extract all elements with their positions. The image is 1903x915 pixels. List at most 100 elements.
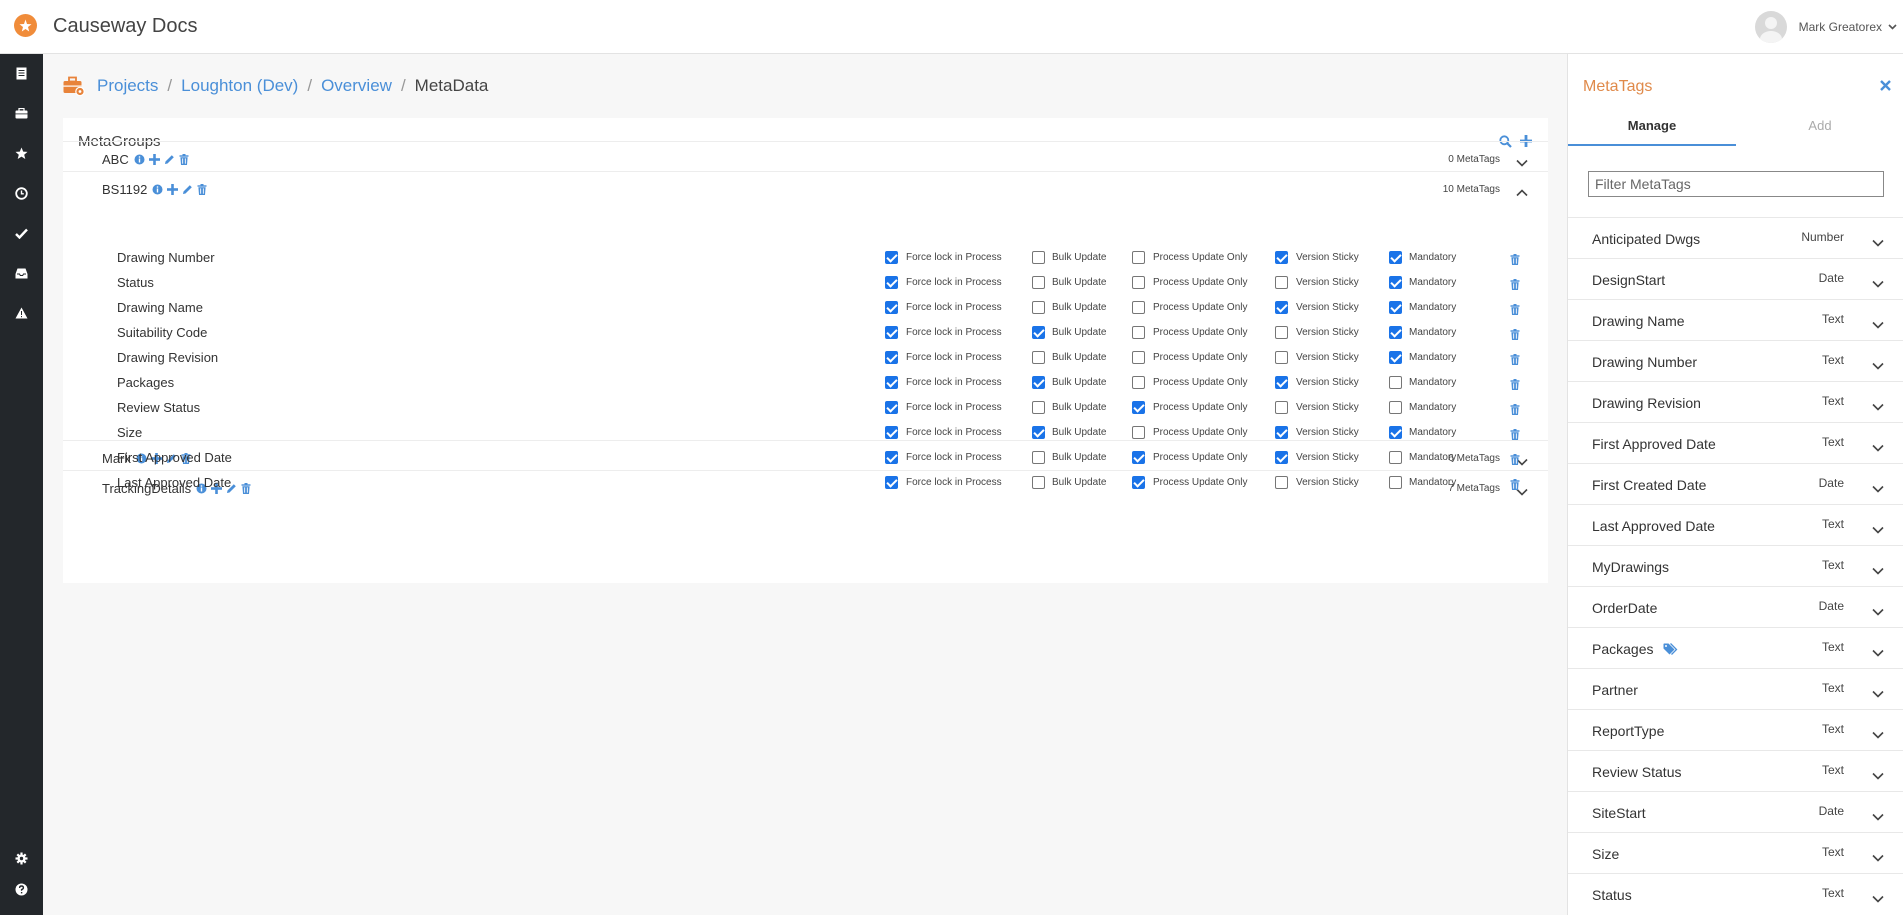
delete-metatag-icon[interactable] — [1510, 302, 1520, 320]
metatag-list-item[interactable]: Last Approved Date Text — [1568, 504, 1903, 545]
force-lock-checkbox[interactable] — [885, 401, 898, 414]
bulk-update-checkbox[interactable] — [1032, 451, 1045, 464]
force-lock-checkbox[interactable] — [885, 351, 898, 364]
chevron-down-icon[interactable] — [1872, 480, 1884, 498]
delete-metatag-icon[interactable] — [1510, 402, 1520, 420]
chevron-down-icon[interactable] — [1872, 767, 1884, 785]
version-sticky-checkbox[interactable] — [1275, 326, 1288, 339]
force-lock-checkbox[interactable] — [885, 451, 898, 464]
version-sticky-checkbox[interactable] — [1275, 376, 1288, 389]
force-lock-checkbox[interactable] — [885, 251, 898, 264]
bulk-update-checkbox[interactable] — [1032, 376, 1045, 389]
close-icon[interactable] — [1880, 78, 1891, 96]
version-sticky-checkbox[interactable] — [1275, 276, 1288, 289]
info-icon[interactable] — [134, 154, 145, 165]
delete-icon[interactable] — [179, 154, 189, 165]
chevron-down-icon[interactable] — [1872, 685, 1884, 703]
version-sticky-checkbox[interactable] — [1275, 301, 1288, 314]
process-update-only-checkbox[interactable] — [1132, 351, 1145, 364]
metatag-list-item[interactable]: Review Status Text — [1568, 750, 1903, 791]
add-tag-icon[interactable] — [148, 154, 160, 165]
process-update-only-checkbox[interactable] — [1132, 251, 1145, 264]
breadcrumb-overview[interactable]: Overview — [321, 76, 392, 96]
chevron-up-icon[interactable] — [1516, 184, 1528, 202]
star-icon[interactable] — [0, 137, 43, 169]
inbox-icon[interactable] — [0, 257, 43, 289]
user-menu[interactable]: Mark Greatorex — [1754, 10, 1903, 44]
process-update-only-checkbox[interactable] — [1132, 301, 1145, 314]
chevron-down-icon[interactable] — [1872, 808, 1884, 826]
mandatory-checkbox[interactable] — [1389, 326, 1402, 339]
breadcrumb-project[interactable]: Loughton (Dev) — [181, 76, 298, 96]
mandatory-checkbox[interactable] — [1389, 276, 1402, 289]
chevron-down-icon[interactable] — [1872, 357, 1884, 375]
delete-icon[interactable] — [197, 184, 207, 195]
mandatory-checkbox[interactable] — [1389, 476, 1402, 489]
clock-icon[interactable] — [0, 177, 43, 209]
mandatory-checkbox[interactable] — [1389, 351, 1402, 364]
chevron-down-icon[interactable] — [1888, 22, 1897, 33]
process-update-only-checkbox[interactable] — [1132, 376, 1145, 389]
chevron-down-icon[interactable] — [1516, 154, 1528, 172]
delete-metatag-icon[interactable] — [1510, 252, 1520, 270]
mandatory-checkbox[interactable] — [1389, 451, 1402, 464]
force-lock-checkbox[interactable] — [885, 426, 898, 439]
briefcase-icon[interactable] — [0, 97, 43, 129]
chevron-down-icon[interactable] — [1872, 726, 1884, 744]
chevron-down-icon[interactable] — [1872, 234, 1884, 252]
metatag-list-item[interactable]: Anticipated Dwgs Number — [1568, 217, 1903, 258]
filter-metatags-input[interactable] — [1588, 171, 1884, 197]
metatag-list-item[interactable]: Drawing Name Text — [1568, 299, 1903, 340]
mandatory-checkbox[interactable] — [1389, 426, 1402, 439]
avatar[interactable] — [1754, 11, 1787, 43]
chevron-down-icon[interactable] — [1872, 398, 1884, 416]
force-lock-checkbox[interactable] — [885, 276, 898, 289]
chevron-down-icon[interactable] — [1872, 562, 1884, 580]
bulk-update-checkbox[interactable] — [1032, 326, 1045, 339]
delete-metatag-icon[interactable] — [1510, 427, 1520, 445]
warning-icon[interactable] — [0, 297, 43, 329]
mandatory-checkbox[interactable] — [1389, 251, 1402, 264]
check-icon[interactable] — [0, 217, 43, 249]
help-icon[interactable] — [0, 873, 43, 905]
chevron-down-icon[interactable] — [1872, 644, 1884, 662]
chevron-down-icon[interactable] — [1872, 275, 1884, 293]
info-icon[interactable] — [152, 184, 163, 195]
metatag-list-item[interactable]: Size Text — [1568, 832, 1903, 873]
document-icon[interactable] — [0, 57, 43, 89]
bulk-update-checkbox[interactable] — [1032, 251, 1045, 264]
metatag-list-item[interactable]: ReportType Text — [1568, 709, 1903, 750]
metatag-list-item[interactable]: First Approved Date Text — [1568, 422, 1903, 463]
chevron-down-icon[interactable] — [1872, 603, 1884, 621]
delete-metatag-icon[interactable] — [1510, 327, 1520, 345]
process-update-only-checkbox[interactable] — [1132, 326, 1145, 339]
tab-manage[interactable]: Manage — [1568, 118, 1736, 146]
version-sticky-checkbox[interactable] — [1275, 451, 1288, 464]
breadcrumb-projects[interactable]: Projects — [97, 76, 158, 96]
force-lock-checkbox[interactable] — [885, 326, 898, 339]
chevron-down-icon[interactable] — [1872, 890, 1884, 908]
process-update-only-checkbox[interactable] — [1132, 476, 1145, 489]
metatag-list-item[interactable]: DesignStart Date — [1568, 258, 1903, 299]
gear-icon[interactable] — [0, 842, 43, 874]
delete-metatag-icon[interactable] — [1510, 377, 1520, 395]
mandatory-checkbox[interactable] — [1389, 301, 1402, 314]
delete-metatag-icon[interactable] — [1510, 352, 1520, 370]
version-sticky-checkbox[interactable] — [1275, 351, 1288, 364]
process-update-only-checkbox[interactable] — [1132, 451, 1145, 464]
causeway-logo-icon[interactable] — [14, 14, 37, 37]
process-update-only-checkbox[interactable] — [1132, 401, 1145, 414]
force-lock-checkbox[interactable] — [885, 301, 898, 314]
metatag-list-item[interactable]: MyDrawings Text — [1568, 545, 1903, 586]
mandatory-checkbox[interactable] — [1389, 401, 1402, 414]
bulk-update-checkbox[interactable] — [1032, 301, 1045, 314]
user-name[interactable]: Mark Greatorex — [1799, 20, 1882, 34]
chevron-down-icon[interactable] — [1872, 439, 1884, 457]
process-update-only-checkbox[interactable] — [1132, 276, 1145, 289]
bulk-update-checkbox[interactable] — [1032, 426, 1045, 439]
chevron-down-icon[interactable] — [1872, 849, 1884, 867]
metatag-list-item[interactable]: OrderDate Date — [1568, 586, 1903, 627]
delete-metatag-icon[interactable] — [1510, 477, 1520, 495]
version-sticky-checkbox[interactable] — [1275, 476, 1288, 489]
version-sticky-checkbox[interactable] — [1275, 251, 1288, 264]
